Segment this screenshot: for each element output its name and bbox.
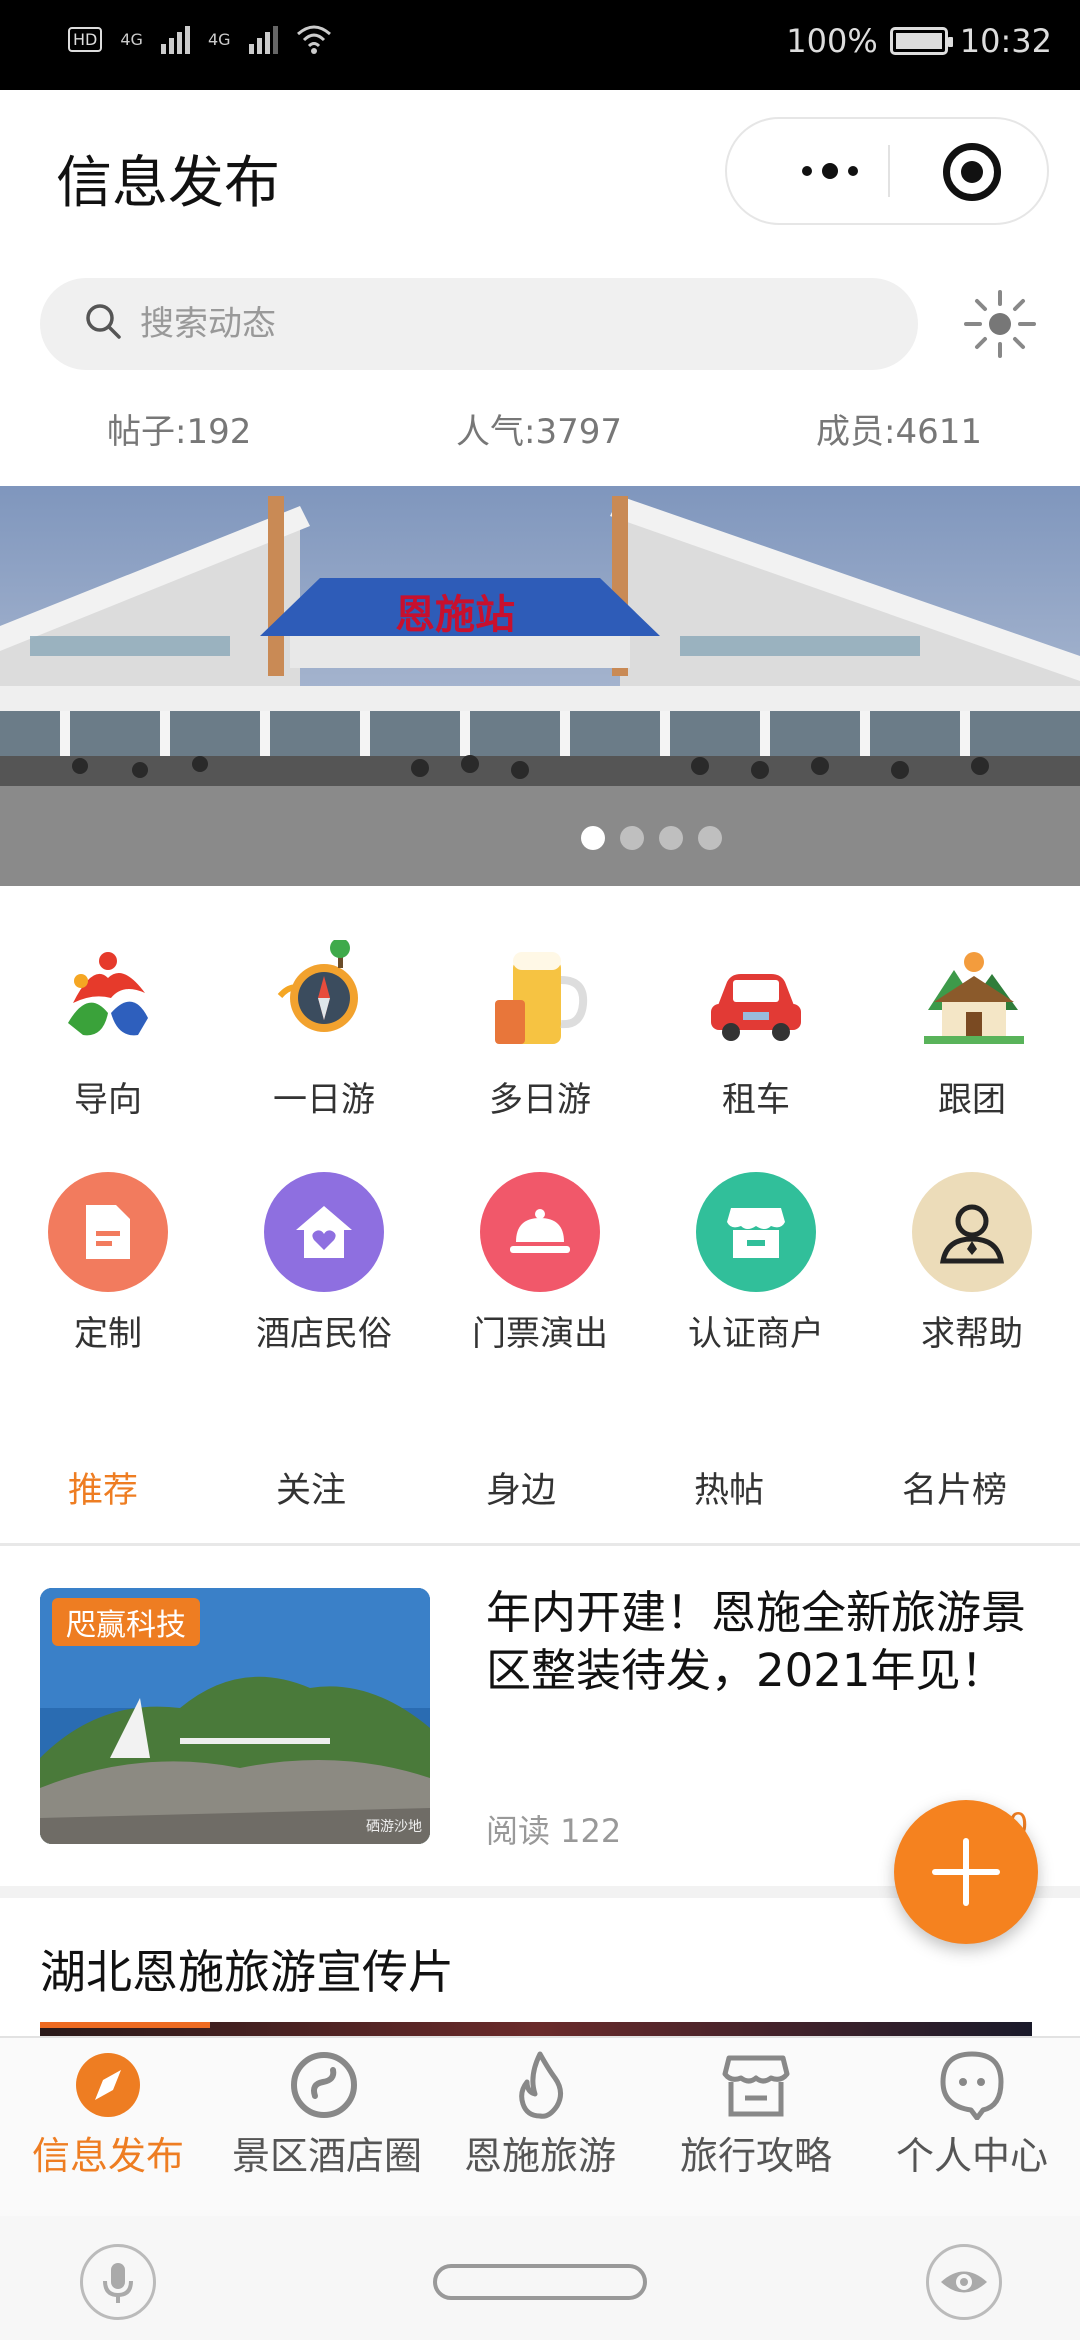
tabs-divider <box>0 1543 1080 1546</box>
tab-recommend[interactable]: 推荐 <box>68 1462 138 1513</box>
tab-hot[interactable]: 热帖 <box>694 1462 764 1513</box>
search-icon <box>86 304 121 339</box>
ghost-face-icon <box>937 2050 1007 2121</box>
banner-image: 恩施站 <box>0 486 1080 886</box>
nav-item-scenic-circle[interactable]: 景区酒店圈 <box>224 2050 424 2178</box>
flame-icon <box>505 2050 575 2120</box>
grid-help[interactable]: 求帮助 <box>887 1172 1057 1355</box>
battery-percent: 100% <box>786 22 878 60</box>
nav-item-enshi-travel[interactable]: 恩施旅游 <box>440 2050 640 2178</box>
home-gesture-bar[interactable] <box>433 2264 647 2300</box>
grid-label: 多日游 <box>489 1080 591 1120</box>
station-sign: 恩施站 <box>395 591 515 638</box>
grid-label: 认证商户 <box>688 1314 824 1354</box>
search-bar[interactable] <box>40 278 918 370</box>
miniprogram-capsule <box>725 117 1049 225</box>
battery-icon <box>889 27 953 55</box>
tab-nearby[interactable]: 身边 <box>486 1462 556 1513</box>
nav-label: 恩施旅游 <box>463 2134 616 2178</box>
car-icon <box>696 938 816 1058</box>
signal-icon <box>160 24 190 54</box>
page-title: 信息发布 <box>56 151 280 216</box>
more-button[interactable] <box>775 119 885 223</box>
grid-hotel[interactable]: 酒店民俗 <box>239 1172 409 1355</box>
beer-mug-icon <box>480 938 600 1058</box>
banner-dot-1 <box>581 826 605 850</box>
banner-dot-4 <box>698 826 722 850</box>
nav-item-travel-guide[interactable]: 旅行攻略 <box>656 2050 856 2178</box>
nav-label: 景区酒店圈 <box>232 2134 423 2178</box>
home-heart-icon <box>264 1172 384 1292</box>
nav-item-profile[interactable]: 个人中心 <box>872 2050 1072 2178</box>
stat-popularity: 人气:3797 <box>456 412 622 452</box>
grid-label: 定制 <box>74 1314 142 1354</box>
grid-label: 租车 <box>722 1080 790 1120</box>
status-left: HD 4G 4G <box>68 24 332 54</box>
status-bar: HD 4G 4G 100% 10:32 <box>0 0 1080 90</box>
grid-custom[interactable]: 定制 <box>23 1172 193 1355</box>
house-icon <box>912 938 1032 1058</box>
grid-label: 门票演出 <box>472 1314 608 1354</box>
nav-item-publish[interactable]: 信息发布 <box>8 2050 208 2178</box>
guide-people-icon <box>48 938 168 1058</box>
stat-members: 成员:4611 <box>816 412 982 452</box>
grid-label: 导向 <box>74 1080 142 1120</box>
grid-label: 跟团 <box>938 1080 1006 1120</box>
signal-icon <box>248 24 278 54</box>
grid-car-rental[interactable]: 租车 <box>671 938 841 1121</box>
nav-label: 个人中心 <box>895 2134 1048 2178</box>
hd-badge: HD <box>68 26 103 52</box>
voice-button[interactable] <box>80 2244 156 2320</box>
network-1-label: 4G <box>120 29 143 49</box>
compass-icon <box>264 938 384 1058</box>
tab-following[interactable]: 关注 <box>276 1462 346 1513</box>
banner-dot-2 <box>620 826 644 850</box>
grid-label: 求帮助 <box>921 1314 1023 1354</box>
close-miniprogram-button[interactable] <box>943 143 1001 201</box>
store-icon <box>721 2050 791 2120</box>
feed-title[interactable]: 年内开建！恩施全新旅游景区整装待发，2021年见！ <box>486 1584 1026 1700</box>
banner-dot-3 <box>659 826 683 850</box>
section-title[interactable]: 湖北恩施旅游宣传片 <box>40 1936 454 2002</box>
network-2-label: 4G <box>207 29 231 49</box>
circle-link-icon <box>289 2050 359 2120</box>
service-bell-icon <box>480 1172 600 1292</box>
sun-scan-icon[interactable] <box>960 288 1040 360</box>
stat-posts: 帖子:192 <box>107 412 252 452</box>
add-post-button[interactable] <box>894 1800 1038 1944</box>
wifi-icon <box>296 25 331 54</box>
grid-merchant[interactable]: 认证商户 <box>671 1172 841 1355</box>
store-icon <box>696 1172 816 1292</box>
grid-tickets[interactable]: 门票演出 <box>455 1172 625 1355</box>
microphone-icon <box>103 2263 133 2303</box>
eye-icon <box>941 2271 987 2293</box>
user-icon <box>912 1172 1032 1292</box>
document-icon <box>48 1172 168 1292</box>
bottom-nav: 信息发布 景区酒店圈 恩施旅游 旅行攻略 个人中心 <box>0 2036 1080 2216</box>
tab-card-rank[interactable]: 名片榜 <box>902 1462 1007 1513</box>
banner-carousel[interactable]: 恩施站 <box>0 486 1080 886</box>
search-input[interactable] <box>140 294 840 354</box>
grid-tour-group[interactable]: 跟团 <box>887 938 1057 1121</box>
clock: 10:32 <box>959 22 1052 60</box>
nav-label: 旅行攻略 <box>679 2134 832 2178</box>
grid-guide[interactable]: 导向 <box>23 938 193 1121</box>
compass-icon <box>73 2050 143 2120</box>
image-watermark: 硒游沙地 <box>366 1819 422 1835</box>
feed-source-tag: 咫赢科技 <box>52 1598 200 1646</box>
eye-comfort-button[interactable] <box>926 2244 1002 2320</box>
feed-read-count: 阅读 122 <box>486 1812 622 1850</box>
system-navigation <box>0 2216 1080 2340</box>
capsule-divider <box>888 145 890 197</box>
feed-thumbnail[interactable]: 咫赢科技 硒游沙地 <box>40 1588 430 1844</box>
grid-label: 酒店民俗 <box>256 1314 392 1354</box>
nav-label: 信息发布 <box>31 2134 184 2178</box>
status-right: 100% 10:32 <box>786 22 1052 60</box>
grid-daytrip[interactable]: 一日游 <box>239 938 409 1121</box>
grid-multiday[interactable]: 多日游 <box>455 938 625 1121</box>
grid-label: 一日游 <box>273 1080 375 1120</box>
